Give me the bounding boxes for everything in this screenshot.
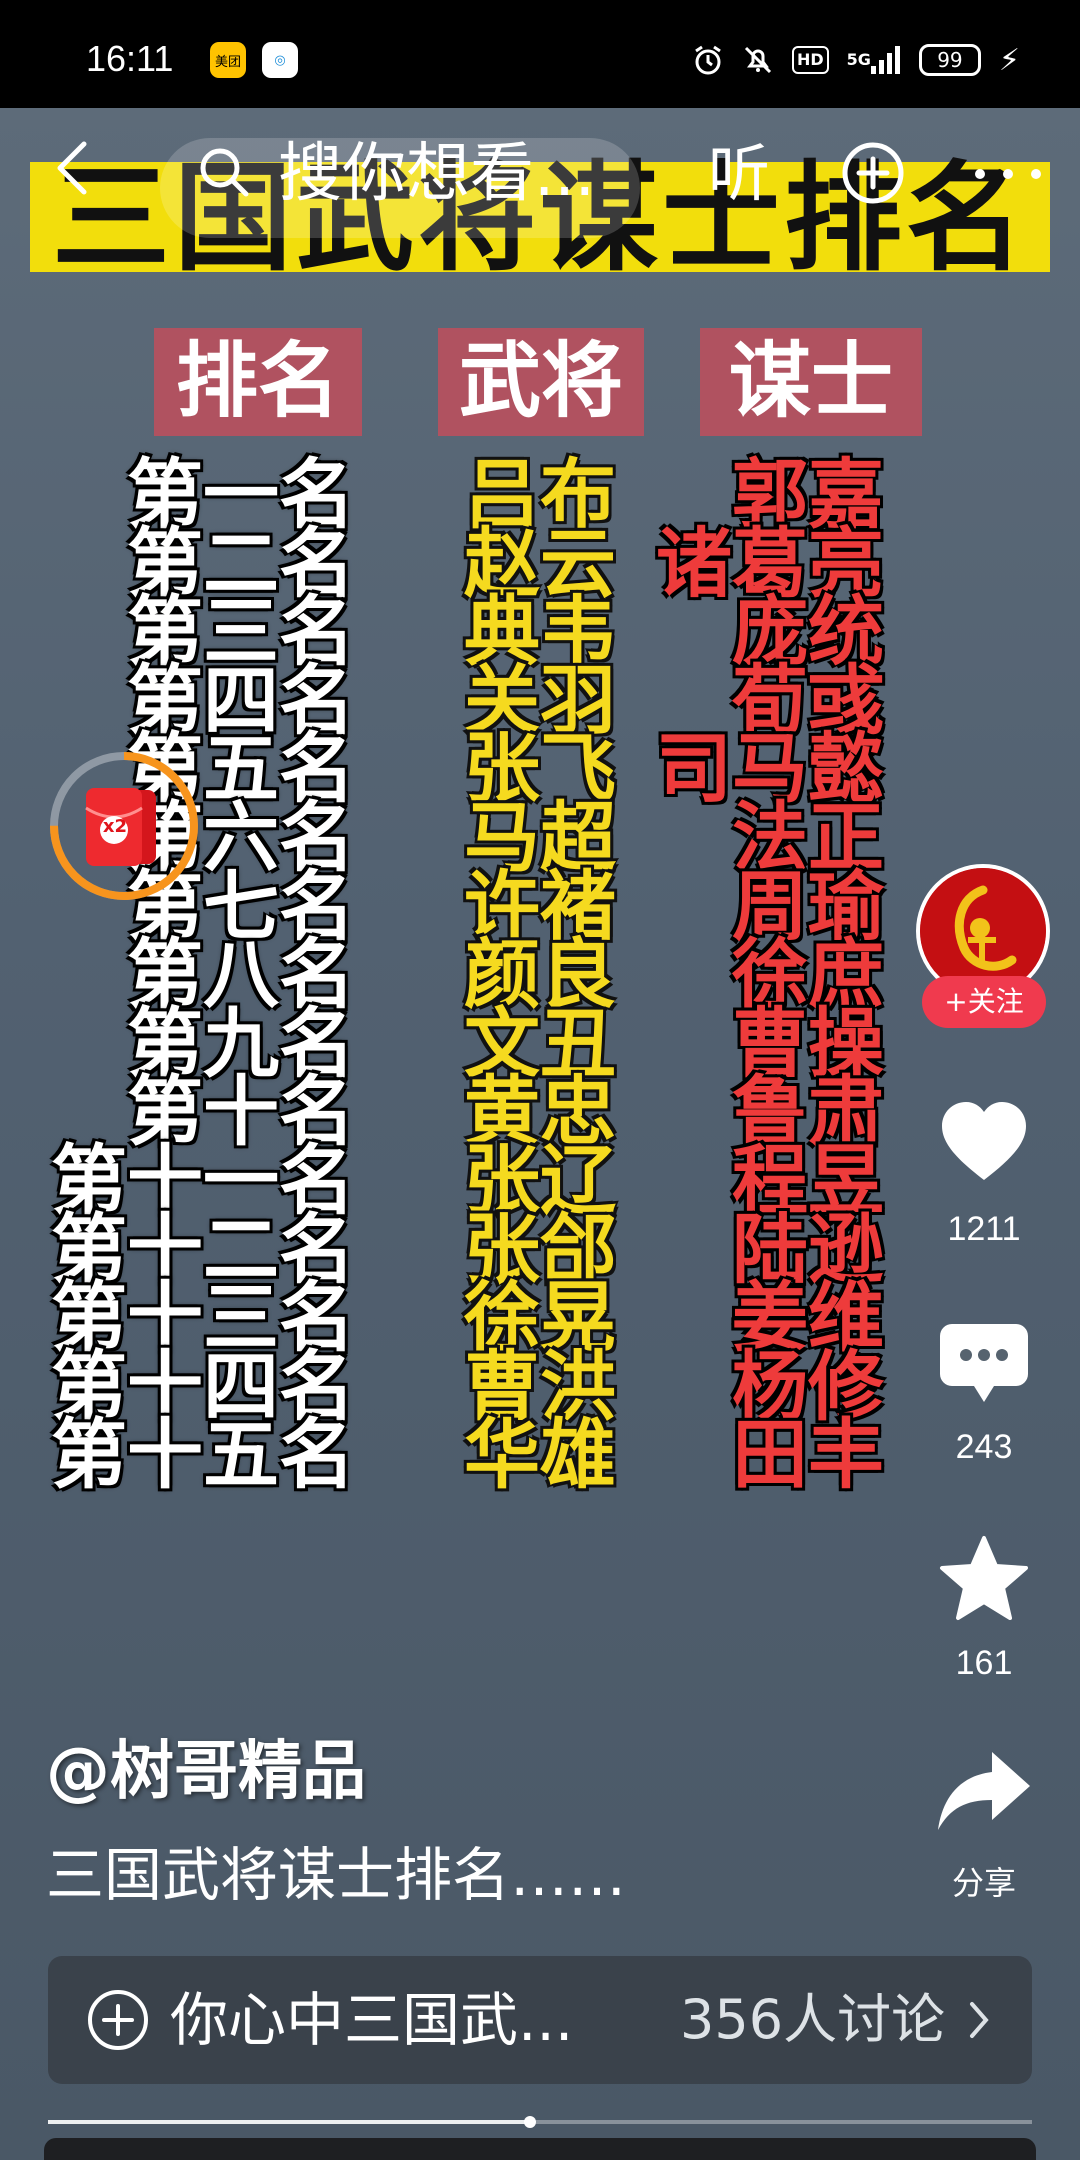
discussion-count: 356人讨论 xyxy=(680,1988,946,2051)
hd-voice-icon: HD xyxy=(791,46,829,74)
add-circle-icon[interactable] xyxy=(840,140,906,206)
rank-cell: 第十五名 xyxy=(51,1410,355,1500)
general-name: 华雄 xyxy=(464,1410,616,1500)
status-time: 16:11 xyxy=(86,38,174,79)
red-packet-multiplier: x2 xyxy=(102,816,128,837)
charging-bolt-icon: ⚡ xyxy=(998,42,1020,78)
listen-button[interactable]: 听 xyxy=(708,138,770,210)
top-navigation: 搜你想看... 听 xyxy=(0,128,1080,248)
comment-count: 243 xyxy=(955,1428,1013,1466)
comment-icon[interactable] xyxy=(938,1320,1030,1406)
bottom-sheet-edge xyxy=(44,2138,1036,2160)
signal-5g-icon: 5G xyxy=(847,46,901,74)
search-icon xyxy=(200,148,249,197)
add-topic-icon xyxy=(88,1990,148,2050)
share-label: 分享 xyxy=(951,1864,1016,1902)
topic-text: 你心中三国武... xyxy=(170,1986,574,2054)
back-arrow-icon[interactable] xyxy=(44,138,104,198)
video-player[interactable]: 三国武将谋士排名 排名 武将 谋士 第一名 吕布 郭嘉 第二名 赵云 诸葛亮 第三名 典韦 庞统… xyxy=(0,108,1080,2160)
alarm-icon xyxy=(692,44,724,76)
playback-progress-fill xyxy=(48,2120,531,2124)
status-icons: HD 5G 99 ⚡ xyxy=(692,40,1020,80)
red-packet-reward[interactable]: x2 xyxy=(46,748,202,904)
like-count: 1211 xyxy=(947,1210,1021,1248)
status-bar: 16:11 美团 ◎ HD 5G 99 ⚡ xyxy=(0,0,1080,108)
follow-button[interactable]: +关注 xyxy=(922,976,1046,1028)
china-mobile-notification-icon: ◎ xyxy=(262,42,298,78)
advisor-name: 田丰 xyxy=(732,1410,884,1500)
battery-icon: 99 xyxy=(918,44,981,76)
author-handle[interactable]: @树哥精品 xyxy=(46,1720,366,1812)
chevron-right-icon xyxy=(970,2002,989,2038)
share-arrow-icon[interactable] xyxy=(936,1748,1032,1834)
mute-bell-icon xyxy=(742,44,774,76)
heart-icon[interactable] xyxy=(938,1098,1030,1184)
search-placeholder[interactable]: 搜你想看... xyxy=(278,138,595,210)
playback-progress-bar[interactable] xyxy=(48,2116,1032,2128)
favorite-count: 161 xyxy=(955,1644,1013,1682)
network-type: 5G xyxy=(846,50,871,69)
more-options-icon[interactable] xyxy=(968,164,1048,184)
video-description[interactable]: 三国武将谋士排名…… xyxy=(46,1828,626,1912)
meituan-notification-icon: 美团 xyxy=(210,42,246,78)
star-favorite-icon[interactable] xyxy=(938,1534,1030,1624)
